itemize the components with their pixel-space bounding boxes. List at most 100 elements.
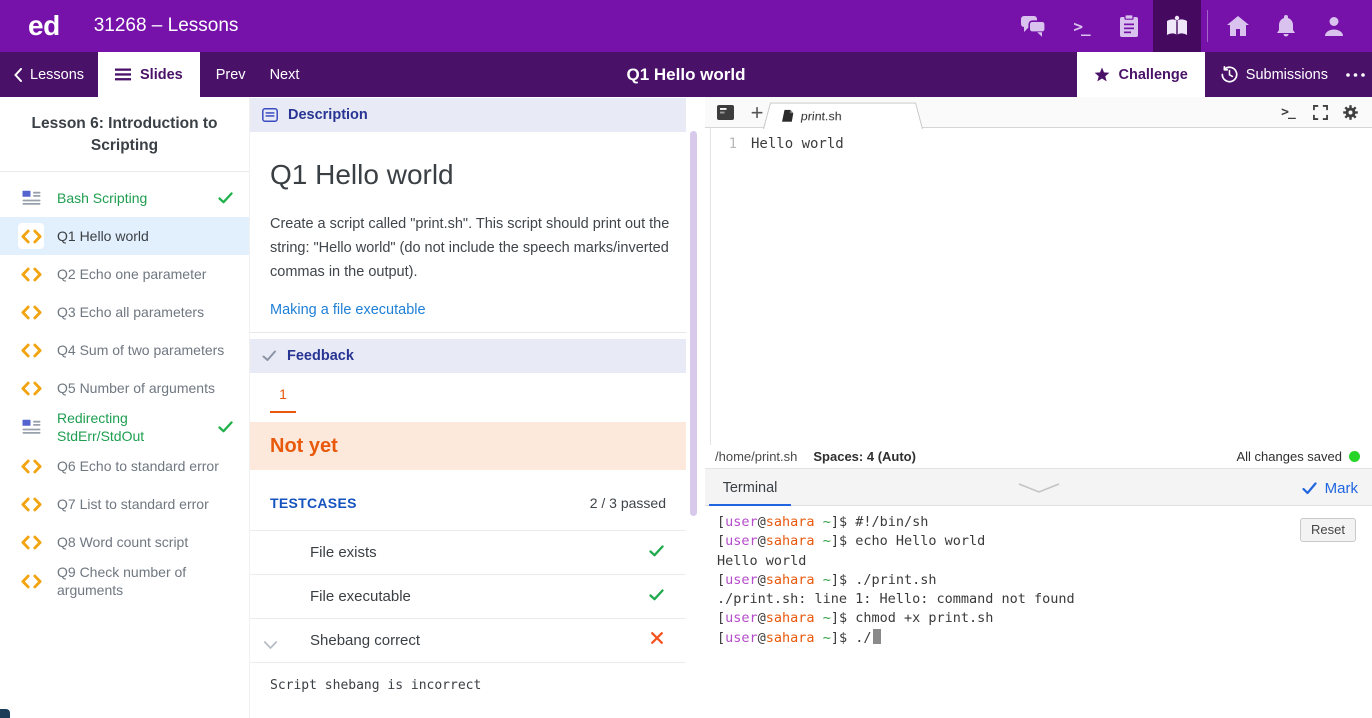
next-button[interactable]: Next (270, 67, 300, 83)
testcase-name: File executable (310, 588, 411, 605)
sidebar-item-label: Q3 Echo all parameters (57, 304, 205, 320)
terminal-header: Terminal Mark (705, 468, 1372, 507)
completed-check-icon (218, 192, 233, 204)
topbar-divider (1207, 10, 1208, 42)
attempt-tab-1[interactable]: 1 (270, 386, 296, 413)
terminal-glyph: >_ (1073, 16, 1090, 36)
sidebar-item[interactable]: Q4 Sum of two parameters (0, 331, 249, 369)
feedback-section-header[interactable]: Feedback (250, 339, 686, 373)
sidebar-item[interactable]: Q7 List to standard error (0, 485, 249, 523)
panel-scrollbar-thumb[interactable] (690, 131, 697, 516)
save-status: All changes saved (1236, 449, 1360, 464)
fullscreen-icon[interactable] (1308, 97, 1332, 128)
sidebar-item-label: Q9 Check number of arguments (57, 564, 187, 598)
account-user-icon[interactable] (1310, 0, 1358, 52)
challenge-label: Challenge (1118, 66, 1188, 83)
corner-widget (0, 709, 10, 718)
question-description: Create a script called "print.sh". This … (270, 216, 670, 280)
prev-button[interactable]: Prev (216, 67, 246, 83)
prev-label: Prev (215, 66, 246, 83)
sidebar-item-label: Redirecting StdErr/StdOut (57, 410, 145, 444)
lessons-book-icon[interactable] (1153, 0, 1201, 52)
bell-icon-svg (1277, 15, 1295, 37)
sidebar-item[interactable]: Q5 Number of arguments (0, 369, 249, 407)
lesson-heading: Lesson 6: Introduction to Scripting (0, 97, 249, 172)
code-editor[interactable]: 1 Hello world (710, 128, 1372, 445)
ed-logo[interactable]: ed (28, 10, 60, 42)
code-icon-svg (20, 229, 42, 243)
sidebar-item[interactable]: Q3 Echo all parameters (0, 293, 249, 331)
collapse-terminal-handle[interactable] (1017, 481, 1061, 499)
description-section-header[interactable]: Description (250, 98, 686, 132)
code-icon (18, 491, 44, 517)
sidebar-item-label: Q1 Hello world (57, 228, 149, 244)
home-icon[interactable] (1214, 0, 1262, 52)
mark-check-icon (1302, 481, 1317, 494)
terminal-prompt-line: [user@sahara ~]$ ./ (717, 628, 1372, 648)
editor-toolbar: + print.sh >_ (705, 97, 1372, 129)
terminal-tab-label: Terminal (722, 480, 778, 496)
sidebar-item[interactable]: Q8 Word count script (0, 523, 249, 561)
terminal-output[interactable]: Reset [user@sahara ~]$ #!/bin/sh [user@sa… (705, 506, 1372, 718)
feedback-status-band: Not yet (250, 422, 686, 470)
assessments-icon[interactable] (1105, 0, 1153, 52)
open-terminal-icon[interactable]: >_ (1276, 97, 1300, 128)
sidebar-item[interactable]: Q2 Echo one parameter (0, 255, 249, 293)
file-explorer-icon[interactable] (713, 97, 737, 128)
sidebar-item[interactable]: Q9 Check number of arguments (0, 561, 249, 601)
passed-summary: 2 / 3 passed (589, 495, 666, 511)
tab-slides[interactable]: Slides (98, 52, 200, 97)
saved-indicator-dot (1349, 451, 1360, 462)
testcase-row[interactable]: File executable (250, 574, 686, 618)
tab-challenge[interactable]: Challenge (1076, 52, 1205, 97)
more-menu-button[interactable] (1338, 52, 1372, 97)
code-icon-svg (20, 535, 42, 549)
testcase-row[interactable]: File exists (250, 530, 686, 574)
testcase-fail-icon (650, 631, 664, 650)
indent-setting[interactable]: Spaces: 4 (Auto) (813, 449, 916, 464)
chevron-left-icon (14, 67, 22, 82)
sidebar-item[interactable]: Q1 Hello world (0, 217, 249, 255)
divider (250, 332, 686, 333)
settings-gear-icon[interactable] (1338, 97, 1362, 128)
terminal-prompt-line: [user@sahara ~]$ ./print.sh (717, 571, 937, 588)
code-icon-svg (20, 305, 42, 319)
code-icon (18, 337, 44, 363)
notifications-bell-icon[interactable] (1262, 0, 1310, 52)
editor-tab-printsh[interactable]: print.sh (763, 102, 923, 129)
book-icon-svg (1167, 15, 1187, 35)
code-icon (18, 299, 44, 325)
reset-button[interactable]: Reset (1300, 518, 1356, 542)
sidebar-item[interactable]: Bash Scripting (0, 179, 249, 217)
tab-terminal[interactable]: Terminal (709, 469, 791, 507)
sidebar-item-label: Q5 Number of arguments (57, 380, 215, 396)
back-to-lessons-button[interactable]: Lessons (14, 67, 84, 83)
code-icon (18, 375, 44, 401)
sidebar-item[interactable]: Redirecting StdErr/StdOut (0, 407, 249, 447)
sidebar-item-label: Q6 Echo to standard error (57, 458, 219, 474)
mark-button[interactable]: Mark (1302, 469, 1358, 507)
topbar-icons: >_ (1009, 0, 1372, 52)
chevron-down-icon[interactable] (263, 637, 278, 655)
terminal-cursor (872, 628, 881, 644)
testcase-name: File exists (310, 544, 377, 561)
discussion-icon[interactable] (1009, 0, 1057, 52)
submissions-button[interactable]: Submissions (1221, 66, 1328, 83)
sidebar-item-label: Q4 Sum of two parameters (57, 342, 225, 358)
line-number: 1 (728, 136, 737, 152)
terminal-prompt-line: [user@sahara ~]$ chmod +x print.sh (717, 610, 994, 627)
user-icon-svg (1325, 17, 1343, 36)
description-header-label: Description (288, 107, 368, 123)
slide-icon-svg (22, 419, 40, 434)
slide-icon-svg (22, 190, 40, 205)
code-icon-svg (20, 381, 42, 395)
code-line: 1 Hello world (711, 128, 1372, 154)
testcase-list: File exists File executable Shebang correc… (250, 530, 686, 693)
workspaces-terminal-icon[interactable]: >_ (1057, 0, 1105, 52)
making-file-executable-link[interactable]: Making a file executable (270, 302, 426, 318)
clipboard-icon-svg (1120, 14, 1138, 37)
testcase-row[interactable]: Shebang correct (250, 618, 686, 662)
sidebar-item[interactable]: Q6 Echo to standard error (0, 447, 249, 485)
slides-label: Slides (140, 66, 183, 83)
sidebar-item-label: Q2 Echo one parameter (57, 266, 207, 282)
